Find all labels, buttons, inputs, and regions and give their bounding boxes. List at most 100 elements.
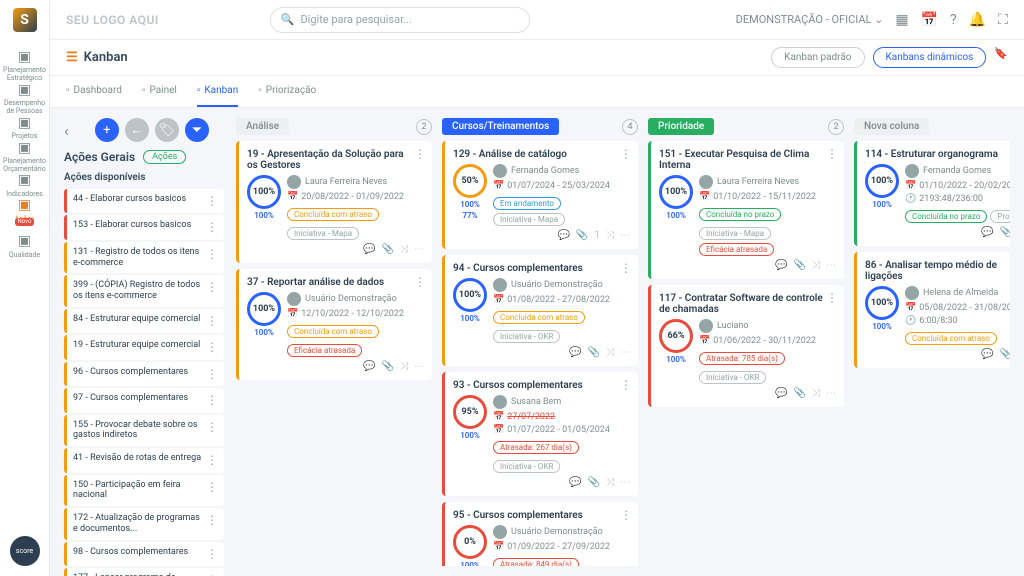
comment-icon[interactable]: 💬 [363, 244, 375, 255]
more-icon[interactable]: ⋯ [620, 477, 630, 488]
tab[interactable]: ▫Priorização [258, 76, 316, 107]
action-item[interactable]: 96 - Cursos complementares⋮ [64, 362, 224, 386]
kanban-card[interactable]: ⋮151 - Executar Pesquisa de Clima Intern… [648, 141, 844, 279]
more-icon[interactable]: ⋮ [206, 280, 218, 294]
kanban-card[interactable]: ⋮86 - Analisar tempo médio de ligações10… [854, 252, 1010, 368]
notifications-icon[interactable]: 🔔 [969, 12, 986, 28]
shuffle-icon[interactable]: ⤨ [400, 244, 408, 255]
kanban-dynamic-button[interactable]: Kanbans dinâmicos [873, 47, 987, 68]
action-item[interactable]: 41 - Revisão de rotas de entrega⋮ [64, 448, 224, 472]
action-item[interactable]: 155 - Provocar debate sobre os gastos in… [64, 415, 224, 447]
comment-icon[interactable]: 💬 [981, 227, 993, 238]
more-icon[interactable]: ⋮ [620, 378, 632, 392]
sidebar-item[interactable]: ▣Planejamento Estratégico [0, 50, 49, 83]
comment-icon[interactable]: 💬 [569, 347, 581, 358]
comment-icon[interactable]: 💬 [981, 349, 993, 360]
sidebar-item[interactable]: ▣Indicadores [0, 173, 49, 198]
shuffle-icon[interactable]: ⤨ [812, 388, 820, 399]
kanban-card[interactable]: ⋮37 - Reportar análise de dados100%100%U… [236, 269, 432, 380]
help-icon[interactable]: ? [950, 12, 957, 28]
kanban-card[interactable]: ⋮129 - Análise de catálogo50%100%77%Fern… [442, 141, 638, 249]
tab[interactable]: ▫Dashboard [66, 76, 122, 107]
bookmark-icon[interactable]: 🔖 [994, 47, 1008, 68]
action-item[interactable]: 97 - Cursos complementares⋮ [64, 388, 224, 412]
more-icon[interactable]: ⋮ [206, 453, 218, 467]
nav-back-button[interactable]: ← [125, 118, 149, 142]
more-icon[interactable]: ⋯ [620, 230, 630, 241]
kanban-card[interactable]: ⋮93 - Cursos complementares95%100%Susana… [442, 372, 638, 496]
attach-icon[interactable]: 📎 [382, 361, 394, 372]
more-icon[interactable]: ⋮ [206, 220, 218, 234]
kanban-card[interactable]: ⋮114 - Estruturar organograma100%100%Fer… [854, 141, 1010, 246]
more-icon[interactable]: ⋮ [206, 547, 218, 561]
action-item[interactable]: 150 - Participação em feira nacional⋮ [64, 475, 224, 507]
more-icon[interactable]: ⋮ [826, 147, 838, 161]
attach-icon[interactable]: 📎 [794, 260, 806, 271]
more-icon[interactable]: ⋮ [206, 340, 218, 354]
action-item[interactable]: 177 - Lançar programa de "escuta ativa"⋮ [64, 568, 224, 576]
tab[interactable]: ▫Painel [142, 76, 177, 107]
comment-icon[interactable]: 💬 [775, 388, 787, 399]
search-input[interactable]: 🔍 Digite para pesquisar... [270, 7, 530, 33]
more-icon[interactable]: ⋮ [620, 508, 632, 522]
comment-icon[interactable]: 💬 [557, 230, 569, 241]
action-item[interactable]: 84 - Estruturar equipe comercial⋮ [64, 309, 224, 333]
fullscreen-icon[interactable]: ⛶ [998, 12, 1008, 28]
sidebar-item[interactable]: ▣Projetos [0, 116, 49, 141]
more-icon[interactable]: ⋯ [414, 361, 424, 372]
sidebar-item[interactable]: ▣Planejamento Orçamentário [0, 141, 49, 174]
more-icon[interactable]: ⋮ [206, 420, 218, 434]
add-button[interactable]: + [95, 118, 119, 142]
more-icon[interactable]: ⋮ [414, 147, 426, 161]
action-item[interactable]: 98 - Cursos complementares⋮ [64, 542, 224, 566]
more-icon[interactable]: ⋮ [206, 367, 218, 381]
action-item[interactable]: 131 - Registro de todos os itens e-comme… [64, 242, 224, 274]
shuffle-icon[interactable]: ⤨ [400, 361, 408, 372]
more-icon[interactable]: ⋮ [206, 480, 218, 494]
attach-icon[interactable]: 📎 [382, 244, 394, 255]
more-icon[interactable]: ⋯ [414, 244, 424, 255]
action-item[interactable]: 399 - (CÓPIA) Registro de todos os itens… [64, 275, 224, 307]
more-icon[interactable]: ⋯ [620, 347, 630, 358]
more-icon[interactable]: ⋯ [826, 388, 836, 399]
more-icon[interactable]: ⋮ [206, 314, 218, 328]
more-icon[interactable]: ⋮ [206, 247, 218, 261]
action-item[interactable]: 172 - Atualização de programas e documen… [64, 508, 224, 540]
action-item[interactable]: 19 - Estruturar equipe comercial⋮ [64, 335, 224, 359]
kanban-card[interactable]: ⋮117 - Contratar Software de controle de… [648, 285, 844, 407]
more-icon[interactable]: ⋮ [414, 275, 426, 289]
sidebar-item[interactable]: ▣Desempenho de Pessoas [0, 83, 49, 116]
kanban-card[interactable]: ⋮19 - Apresentação da Solução para os Ge… [236, 141, 432, 263]
kanban-default-button[interactable]: Kanban padrão [771, 47, 864, 68]
comment-icon[interactable]: 💬 [569, 477, 581, 488]
attach-icon[interactable]: 📎 [794, 388, 806, 399]
attach-icon[interactable]: 📎 [588, 477, 600, 488]
comment-icon[interactable]: 💬 [775, 260, 787, 271]
more-icon[interactable]: ⋮ [206, 393, 218, 407]
more-icon[interactable]: ⋯ [826, 260, 836, 271]
more-icon[interactable]: ⋮ [206, 194, 218, 208]
shuffle-icon[interactable]: ⤨ [606, 477, 614, 488]
shuffle-icon[interactable]: ⤨ [606, 230, 614, 241]
calendar-icon[interactable]: 📅 [921, 12, 938, 28]
attach-icon[interactable]: 📎 [588, 347, 600, 358]
more-icon[interactable]: ⋮ [826, 291, 838, 305]
tab[interactable]: ▫Kanban [197, 76, 238, 107]
attach-icon[interactable]: 📎 [576, 230, 588, 241]
back-button[interactable]: ‹ [64, 121, 69, 140]
attach-icon[interactable]: 📎 [1000, 349, 1010, 360]
more-icon[interactable]: ⋮ [620, 261, 632, 275]
shuffle-icon[interactable]: ⤨ [812, 260, 820, 271]
more-icon[interactable]: ⋮ [620, 147, 632, 161]
filter-button[interactable]: ⏷ [185, 118, 209, 142]
grid-icon[interactable]: ▦ [895, 12, 908, 28]
sidebar-item[interactable]: Novo▣Qualidade [0, 224, 49, 260]
action-item[interactable]: 153 - Elaborar cursos basicos⋮ [64, 215, 224, 239]
kanban-card[interactable]: ⋮94 - Cursos complementares100%100%Usuár… [442, 255, 638, 366]
tag-button[interactable]: 🏷 [155, 118, 179, 142]
shuffle-icon[interactable]: ⤨ [606, 347, 614, 358]
account-selector[interactable]: DEMONSTRAÇÃO - OFICIAL ⌄ [736, 13, 884, 26]
attach-icon[interactable]: 📎 [1000, 227, 1010, 238]
more-icon[interactable]: ⋮ [206, 513, 218, 527]
action-item[interactable]: 44 - Elaborar cursos basicos⋮ [64, 189, 224, 213]
